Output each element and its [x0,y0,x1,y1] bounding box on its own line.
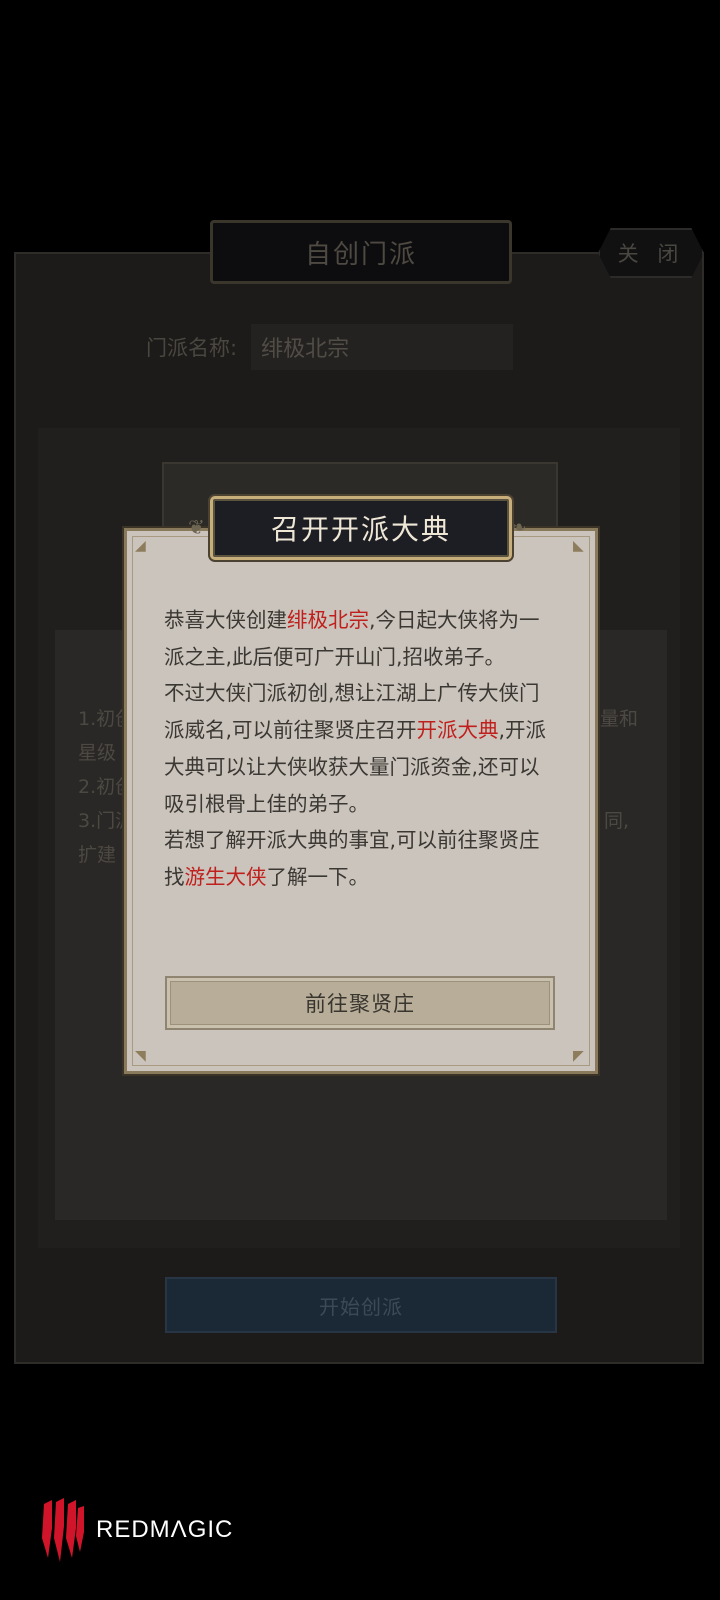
sect-name-highlight: 绯极北宗 [287,608,369,632]
close-button-label: 关 闭 [617,242,685,266]
message-paragraph: 恭喜大侠创建绯极北宗,今日起大侠将为一派之主,此后便可广开山门,招收弟子。 [164,602,548,675]
background-title-plate: 自创门派 [210,220,512,284]
background-desc-line: 星级 [78,742,117,764]
corner-ornament-icon: ◣ [573,538,584,554]
message-paragraph: 若想了解开派大典的事宜,可以前往聚贤庄找游生大侠了解一下。 [164,822,548,895]
goto-button-label: 前往聚贤庄 [305,992,415,1016]
flourish-right-icon: ❧ [510,515,527,539]
start-sect-button-label: 开始创派 [319,1294,403,1319]
sect-name-label: 门派名称: [146,336,238,360]
background-desc-line: 量和 [600,708,639,730]
background-title: 自创门派 [304,239,417,270]
message-paragraph: 不过大侠门派初创,想让江湖上广传大侠门派威名,可以前往聚贤庄召开开派大典,开派大… [164,675,548,822]
dialog-title-plate: 召开开派大典 [210,496,512,560]
sect-name-value: 绯极北宗 [261,337,350,362]
corner-ornament-icon: ◤ [573,1048,584,1064]
background-desc-line: 扩建 [78,844,117,866]
dialog-title: 召开开派大典 [270,513,451,546]
start-sect-button[interactable]: 开始创派 [165,1277,557,1333]
flourish-left-icon: ❦ [188,515,205,539]
corner-ornament-icon: ◥ [135,1048,146,1064]
corner-ornament-icon: ◢ [135,538,146,554]
dialog-message: 恭喜大侠创建绯极北宗,今日起大侠将为一派之主,此后便可广开山门,招收弟子。 不过… [164,602,548,896]
message-text: 了解一下。 [266,864,370,889]
sect-name-input[interactable]: 绯极北宗 [251,324,514,370]
goto-juxianzhuang-button[interactable]: 前往聚贤庄 [165,976,555,1030]
redmagic-logo-icon [42,1498,84,1562]
brand-watermark: REDMΛGIC [96,1516,234,1543]
ceremony-highlight: 开派大典 [416,718,499,743]
message-text: 恭喜大侠创建 [164,608,287,632]
sect-name-row: 门派名称: 绯极北宗 [146,324,514,370]
npc-name-highlight: 游生大侠 [184,864,267,889]
background-desc-line: 同, [604,810,630,832]
close-button[interactable]: 关 闭 [598,228,704,278]
